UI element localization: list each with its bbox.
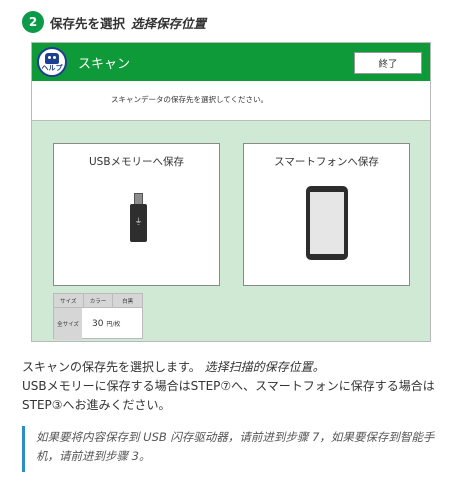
instruction-message-area: スキャンデータの保存先を選択してください。 [32, 81, 430, 121]
copier-screen-mockup: ヘルプ スキャン 終了 スキャンデータの保存先を選択してください。 USBメモリ… [31, 42, 431, 342]
smartphone-icon [306, 186, 348, 260]
price-unit: 円/枚 [106, 321, 121, 328]
price-tabs: サイズ カラー 白黒 [54, 294, 142, 308]
save-to-smartphone-button[interactable]: スマートフォンへ保存 [243, 143, 410, 286]
step-description: スキャンの保存先を選択します。 选择扫描的保存位置。 USBメモリーに保存する場… [22, 358, 442, 415]
description-line-1: スキャンの保存先を選択します。 [22, 360, 201, 374]
step-title-translation: 选择保存位置 [131, 15, 207, 31]
translation-note-text: 如果要将内容保存到 USB 闪存驱动器，请前进到步骤 7，如果要保存到智能手机，… [36, 430, 435, 463]
save-to-smartphone-label: スマートフォンへ保存 [274, 156, 379, 168]
translation-note: 如果要将内容保存到 USB 闪存驱动器，请前进到步骤 7，如果要保存到智能手机，… [22, 426, 444, 472]
help-label: ヘルプ [41, 63, 63, 72]
screen-title: スキャン [78, 57, 131, 72]
instruction-message: スキャンデータの保存先を選択してください。 [111, 95, 269, 104]
help-robot-icon [45, 52, 59, 64]
price-panel: サイズ カラー 白黒 全サイズ 30 円/枚 [53, 293, 143, 340]
price-tab-size: サイズ [54, 294, 84, 307]
price-value: 30 円/枚 [92, 319, 120, 329]
description-line-2: USBメモリーに保存する場合はSTEP⑦へ、スマートフォンに保存する場合はSTE… [22, 379, 435, 412]
price-tab-monochrome: 白黒 [122, 298, 134, 305]
save-to-usb-button[interactable]: USBメモリーへ保存 ⏚ [53, 143, 220, 286]
usb-flash-drive-icon: ⏚ [130, 193, 147, 242]
price-tab-color: カラー [84, 294, 114, 307]
price-size-label: 全サイズ [54, 308, 82, 340]
step-number-badge: 2 [22, 11, 44, 33]
step-title: 保存先を選択 [50, 15, 126, 31]
save-to-usb-label: USBメモリーへ保存 [88, 156, 185, 168]
screen-header-bar: ヘルプ スキャン 終了 [32, 43, 430, 81]
help-button[interactable]: ヘルプ [37, 47, 67, 77]
price-amount: 30 [92, 319, 104, 329]
description-line-1-translation: 选择扫描的保存位置。 [204, 360, 325, 374]
end-button[interactable]: 終了 [354, 52, 422, 74]
step-heading: 2 保存先を選択 选择保存位置 [22, 10, 206, 34]
